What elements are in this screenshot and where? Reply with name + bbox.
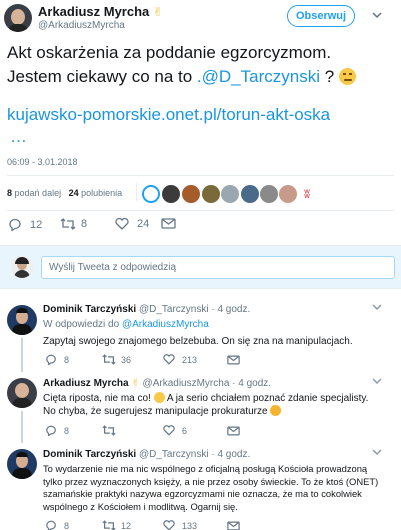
heart-icon (115, 218, 129, 230)
tweet-text: Akt oskarżenia za poddanie egzorcyzmom. … (7, 41, 397, 89)
envelope-icon (227, 521, 240, 530)
reply-action[interactable]: 8 (45, 520, 69, 530)
chevron-down-icon[interactable] (372, 449, 382, 455)
dm-action[interactable] (227, 355, 240, 365)
reply-text: Zapytaj swojego znajomego belzebuba. On … (43, 336, 353, 347)
article-link[interactable]: kujawsko-pomorskie.onet.pl/torun-akt-osk… (7, 105, 330, 125)
tweet-text-line2: Jestem ciekawy co na to .@D_Tarczynski ? (7, 65, 397, 89)
envelope-icon (227, 355, 240, 365)
follow-button[interactable]: Obserwuj (287, 5, 355, 27)
heart-icon (163, 425, 175, 436)
like-action[interactable]: 133 (163, 520, 197, 530)
reply-author-name[interactable]: Dominik Tarczyński (43, 304, 136, 315)
reply-icon (45, 425, 58, 436)
dm-action[interactable] (161, 218, 176, 229)
mention-link[interactable]: .@D_Tarczynski (197, 67, 320, 86)
heart-icon (163, 354, 175, 365)
retweet-action[interactable]: 8 (60, 218, 87, 230)
tweet-text-line1: Akt oskarżenia za poddanie egzorcyzmom. (7, 43, 332, 62)
chevron-down-icon[interactable] (372, 304, 382, 310)
liker-avatar[interactable] (279, 185, 297, 203)
victory-hand-icon: ✌ (152, 5, 163, 19)
retweet-action[interactable]: 36 (102, 354, 131, 365)
liker-avatar[interactable] (241, 185, 259, 203)
likes-stat[interactable]: 24 polubienia (69, 188, 123, 198)
thread-line (21, 338, 23, 372)
author-avatar[interactable] (4, 4, 32, 32)
reply-icon (45, 354, 58, 365)
tweet-timestamp[interactable]: 06:09 - 3.01.2018 (7, 157, 78, 167)
article-link-ellipsis[interactable]: … (10, 127, 27, 147)
liker-avatar[interactable]: ʬ (298, 185, 316, 203)
like-action[interactable]: 6 (163, 425, 187, 436)
retweet-icon (102, 425, 116, 436)
reply-avatar[interactable] (7, 449, 37, 479)
author-handle[interactable]: @ArkadiuszMyrcha (38, 20, 125, 31)
chevron-down-icon[interactable] (370, 8, 384, 22)
reply-text: To wydarzenie nie ma nic wspólnego z ofi… (43, 463, 379, 512)
reply-action[interactable]: 12 (8, 218, 42, 231)
reply-icon (45, 520, 58, 530)
dm-action[interactable] (227, 426, 240, 436)
stats-separator (136, 183, 137, 201)
liker-avatar[interactable] (162, 185, 180, 203)
reply-avatar[interactable] (7, 378, 37, 408)
retweet-icon (102, 520, 116, 530)
reply-author-name[interactable]: Arkadiusz Myrcha (43, 378, 129, 389)
liker-avatar[interactable] (260, 185, 278, 203)
dm-action[interactable] (227, 521, 240, 530)
liker-avatar[interactable] (202, 185, 220, 203)
divider (7, 175, 394, 176)
smirk-emoji-icon (338, 68, 356, 85)
thinking-emoji-icon (270, 405, 282, 416)
divider (7, 210, 394, 211)
reply-text: Cięta riposta, nie ma co! A ja serio chc… (43, 392, 369, 417)
like-action[interactable]: 213 (163, 354, 197, 365)
reply-icon (8, 218, 23, 231)
envelope-icon (161, 218, 176, 229)
reply-header: Dominik Tarczyński @D_Tarczynski · 4 god… (43, 449, 250, 460)
retweets-stat[interactable]: 8 podań dalej (7, 188, 61, 198)
retweet-action[interactable] (102, 425, 121, 436)
reply-header: Arkadiusz Myrcha ✌ @ArkadiuszMyrcha · 4 … (43, 378, 271, 389)
reply-author-handle[interactable]: @D_Tarczynski (139, 304, 209, 315)
reply-author-handle[interactable]: @ArkadiuszMyrcha (143, 378, 230, 389)
reply-author-name[interactable]: Dominik Tarczyński (43, 449, 136, 460)
reply-time[interactable]: · 4 godz. (211, 449, 250, 460)
retweet-action[interactable]: 12 (102, 520, 131, 530)
victory-hand-icon: ✌ (131, 378, 140, 389)
in-reply-to: W odpowiedzi do @ArkadiuszMyrcha (43, 319, 209, 330)
reply-time[interactable]: · 4 godz. (232, 378, 271, 389)
chevron-down-icon[interactable] (372, 378, 382, 384)
liker-avatar[interactable] (221, 185, 239, 203)
current-user-avatar[interactable] (11, 256, 33, 278)
thread-line (21, 411, 23, 443)
reply-avatar[interactable] (7, 305, 37, 335)
reply-time[interactable]: · 4 godz. (211, 304, 250, 315)
retweet-icon (102, 354, 116, 365)
heart-icon (163, 520, 175, 530)
liker-avatar[interactable] (182, 185, 200, 203)
reply-author-handle[interactable]: @D_Tarczynski (139, 449, 209, 460)
envelope-icon (227, 426, 240, 436)
tweet-stats: 8 podań dalej 24 polubienia (7, 188, 122, 198)
retweet-icon (60, 218, 76, 230)
author-name[interactable]: Arkadiusz Myrcha ✌ (38, 4, 163, 19)
like-action[interactable]: 24 (115, 218, 149, 230)
reply-input[interactable]: Wyślij Tweeta z odpowiedzią (41, 256, 395, 279)
reply-header: Dominik Tarczyński @D_Tarczynski · 4 god… (43, 304, 250, 315)
wink-emoji-icon (153, 392, 165, 403)
reply-action[interactable]: 8 (45, 425, 69, 436)
reply-action[interactable]: 8 (45, 354, 69, 365)
liker-avatar[interactable] (142, 185, 160, 203)
